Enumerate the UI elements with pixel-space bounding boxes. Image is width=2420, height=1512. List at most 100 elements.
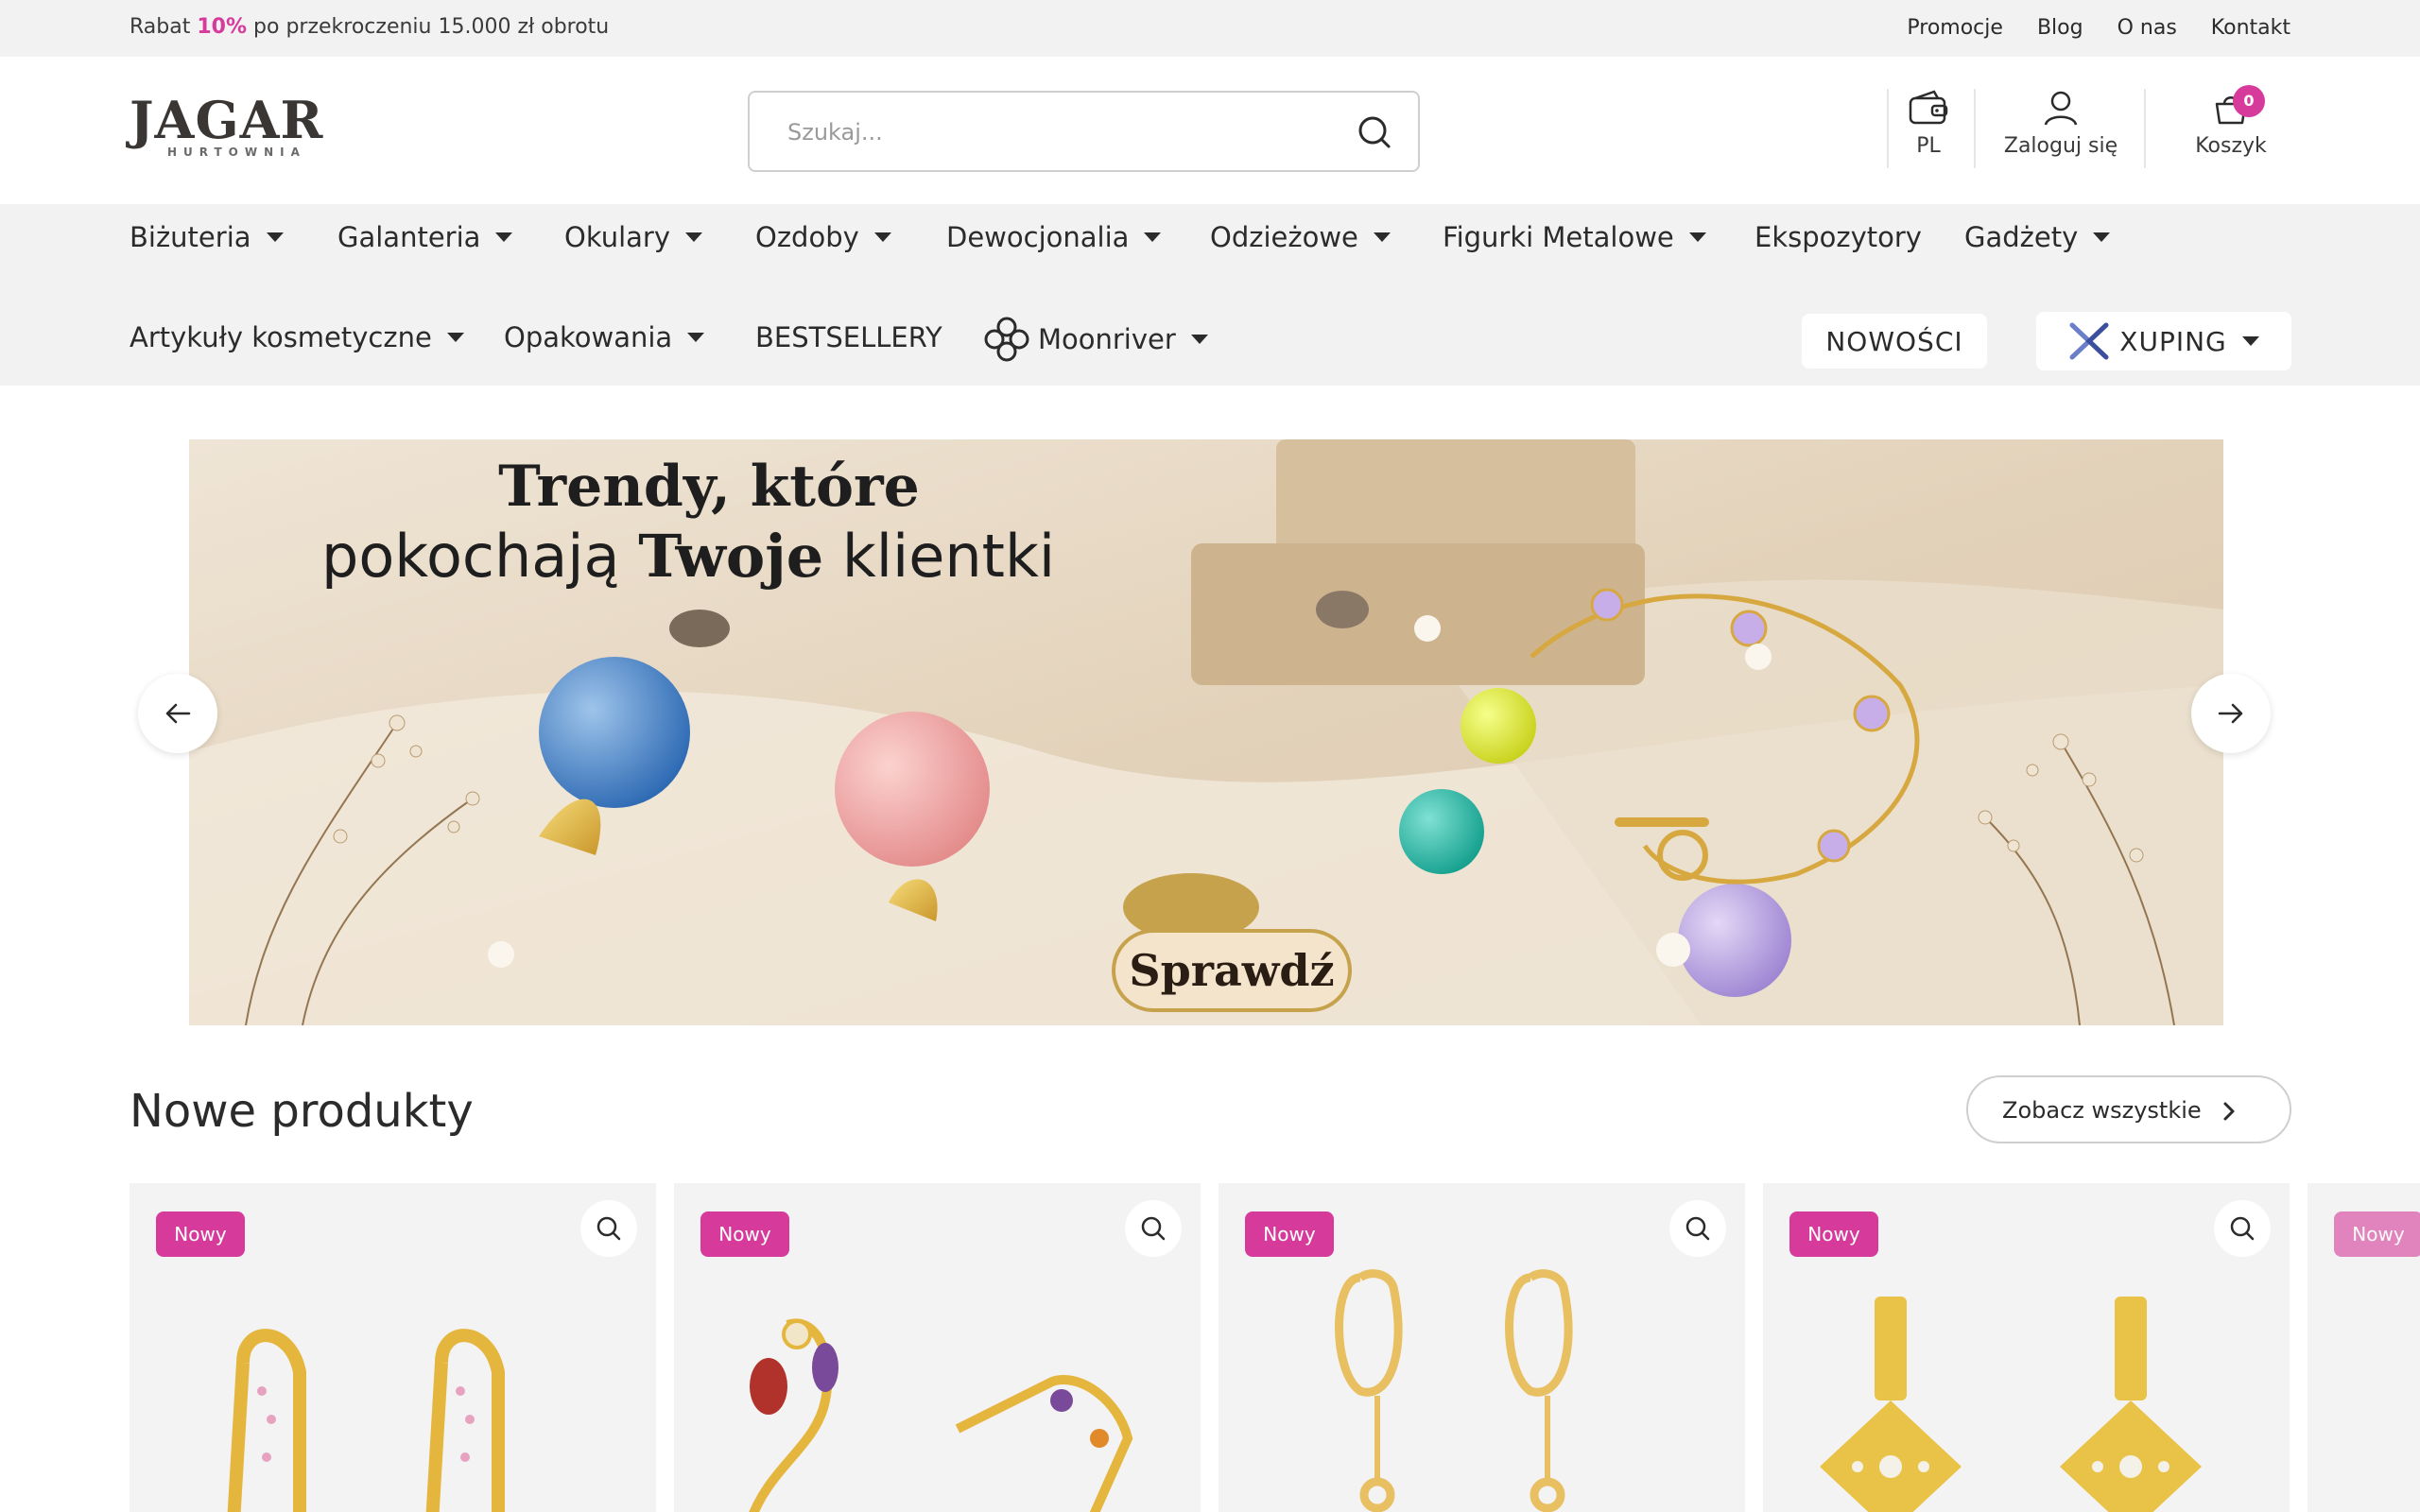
- header-divider: [1974, 89, 1976, 168]
- top-links: Promocje Blog O nas Kontakt: [1907, 16, 2290, 40]
- cross-earrings-image: [1820, 1297, 2202, 1512]
- nav-label: Opakowania: [504, 321, 673, 353]
- caret-down-icon: [495, 232, 513, 242]
- nav-label: Figurki Metalowe: [1443, 221, 1674, 253]
- nav-label: Galanteria: [337, 221, 481, 253]
- xuping-button[interactable]: XUPING: [2036, 312, 2291, 370]
- caret-down-icon: [687, 333, 705, 342]
- nav-label: BESTSELLERY: [755, 321, 942, 353]
- wallet-icon: [1909, 90, 1948, 125]
- nav-item-okulary[interactable]: Okulary: [564, 221, 703, 253]
- xuping-x-icon: [2069, 322, 2109, 360]
- hero-banner[interactable]: Trendy, które pokochają Twoje klientki S…: [189, 439, 2223, 1025]
- nav-label: Gadżety: [1964, 221, 2079, 253]
- site-logo[interactable]: JAGAR HURTOWNIA: [130, 90, 324, 161]
- nav-label: Odzieżowe: [1210, 221, 1358, 253]
- nowosci-label: NOWOŚCI: [1825, 325, 1963, 357]
- promo-percent: 10%: [197, 15, 248, 39]
- logo-wordmark: JAGAR: [130, 90, 324, 150]
- nav-item-ozdoby[interactable]: Ozdoby: [755, 221, 891, 253]
- carousel-prev-button[interactable]: [138, 674, 217, 753]
- nav-item-artykuly-kosmetyczne[interactable]: Artykuły kosmetyczne: [130, 321, 464, 353]
- caret-down-icon: [1144, 232, 1162, 242]
- see-all-button[interactable]: Zobacz wszystkie: [1966, 1075, 2291, 1143]
- caret-down-icon: [2241, 336, 2259, 346]
- toplink-kontakt[interactable]: Kontakt: [2211, 16, 2290, 40]
- banner-headline-2b: Twoje: [638, 522, 823, 591]
- product-card[interactable]: Nowy: [1219, 1183, 1745, 1512]
- header-divider: [1887, 89, 1889, 168]
- nav-item-odziezowe[interactable]: Odzieżowe: [1210, 221, 1391, 253]
- hoop-earrings-image: [227, 1329, 505, 1512]
- nav-label: Biżuteria: [130, 221, 251, 253]
- search-box: [748, 91, 1420, 172]
- promo-text: Rabat 10% po przekroczeniu 15.000 zł obr…: [130, 15, 609, 39]
- login-link[interactable]: Zaloguj się: [1995, 85, 2127, 172]
- banner-headline-1: Trendy, które: [498, 454, 920, 520]
- promo-prefix: Rabat: [130, 15, 198, 39]
- product-card[interactable]: Nowy: [2308, 1183, 2420, 1512]
- caret-down-icon: [1190, 335, 1208, 344]
- nav-item-dewocjonalia[interactable]: Dewocjonalia: [946, 221, 1162, 253]
- banner-image: Trendy, które pokochają Twoje klientki S…: [189, 439, 2223, 1025]
- nav-item-bestsellery[interactable]: BESTSELLERY: [755, 321, 942, 353]
- header-divider: [2144, 89, 2146, 168]
- nav-label: Ozdoby: [755, 221, 859, 253]
- nav-label: Artykuły kosmetyczne: [130, 321, 432, 353]
- nav-label: Moonriver: [1038, 323, 1176, 355]
- carousel-next-button[interactable]: [2191, 674, 2271, 753]
- banner-headline-2a: pokochają: [321, 522, 638, 591]
- new-badge: Nowy: [2334, 1211, 2420, 1257]
- clover-icon: [984, 317, 1029, 362]
- gold-hoop-earrings-image: [1335, 1269, 1573, 1512]
- nav-label: Okulary: [564, 221, 671, 253]
- new-products-title: Nowe produkty: [130, 1085, 474, 1138]
- caret-down-icon: [446, 333, 464, 342]
- chevron-right-icon: [2223, 1102, 2235, 1121]
- arrow-right-icon: [2218, 703, 2243, 724]
- banner-headline-2c: klientki: [823, 522, 1055, 591]
- nav-item-bizuteria[interactable]: Biżuteria: [130, 221, 284, 253]
- top-promo-bar: Rabat 10% po przekroczeniu 15.000 zł obr…: [0, 0, 2420, 57]
- cart-count-badge: 0: [2233, 85, 2265, 117]
- product-card[interactable]: Nowy: [674, 1183, 1201, 1512]
- caret-down-icon: [873, 232, 891, 242]
- search-icon: [1358, 116, 1391, 148]
- site-header: JAGAR HURTOWNIA PL Zaloguj się: [0, 57, 2420, 204]
- caret-down-icon: [1373, 232, 1391, 242]
- search-input[interactable]: [787, 112, 1317, 153]
- nav-item-figurki-metalowe[interactable]: Figurki Metalowe: [1443, 221, 1706, 253]
- product-card[interactable]: Nowy: [130, 1183, 656, 1512]
- toplink-o-nas[interactable]: O nas: [2118, 16, 2177, 40]
- currency-switcher[interactable]: PL: [1891, 85, 1966, 172]
- login-label: Zaloguj się: [2003, 134, 2118, 158]
- user-icon: [2044, 91, 2078, 126]
- toplink-promocje[interactable]: Promocje: [1907, 16, 2003, 40]
- xuping-label: XUPING: [2119, 325, 2227, 357]
- toplink-blog[interactable]: Blog: [2037, 16, 2083, 40]
- caret-down-icon: [685, 232, 703, 242]
- banner-headline-2: pokochają Twoje klientki: [321, 522, 1055, 591]
- nav-item-gadzety[interactable]: Gadżety: [1964, 221, 2111, 253]
- floral-earrings-image: [749, 1318, 1133, 1512]
- nav-label: Dewocjonalia: [946, 221, 1130, 253]
- cart-label: Koszyk: [2195, 134, 2267, 158]
- nowosci-button[interactable]: NOWOŚCI: [1802, 314, 1987, 369]
- promo-suffix: po przekroczeniu 15.000 zł obrotu: [247, 15, 610, 39]
- arrow-left-icon: [165, 703, 191, 724]
- nav-item-galanteria[interactable]: Galanteria: [337, 221, 513, 253]
- nav-label: Ekspozytory: [1754, 221, 1922, 253]
- banner-cta: Sprawdź: [1129, 945, 1334, 996]
- nav-item-ekspozytory[interactable]: Ekspozytory: [1754, 221, 1922, 253]
- logo-subtitle: HURTOWNIA: [167, 146, 306, 159]
- caret-down-icon: [1688, 232, 1706, 242]
- currency-label: PL: [1916, 134, 1941, 158]
- main-navigation: Biżuteria Galanteria Okulary Ozdoby Dewo…: [0, 204, 2420, 386]
- product-card[interactable]: Nowy: [1763, 1183, 2290, 1512]
- see-all-label: Zobacz wszystkie: [2002, 1097, 2202, 1124]
- search-button[interactable]: [1356, 113, 1393, 151]
- nav-item-moonriver[interactable]: Moonriver: [983, 316, 1208, 363]
- caret-down-icon: [266, 232, 284, 242]
- nav-item-opakowania[interactable]: Opakowania: [504, 321, 705, 353]
- caret-down-icon: [2093, 232, 2111, 242]
